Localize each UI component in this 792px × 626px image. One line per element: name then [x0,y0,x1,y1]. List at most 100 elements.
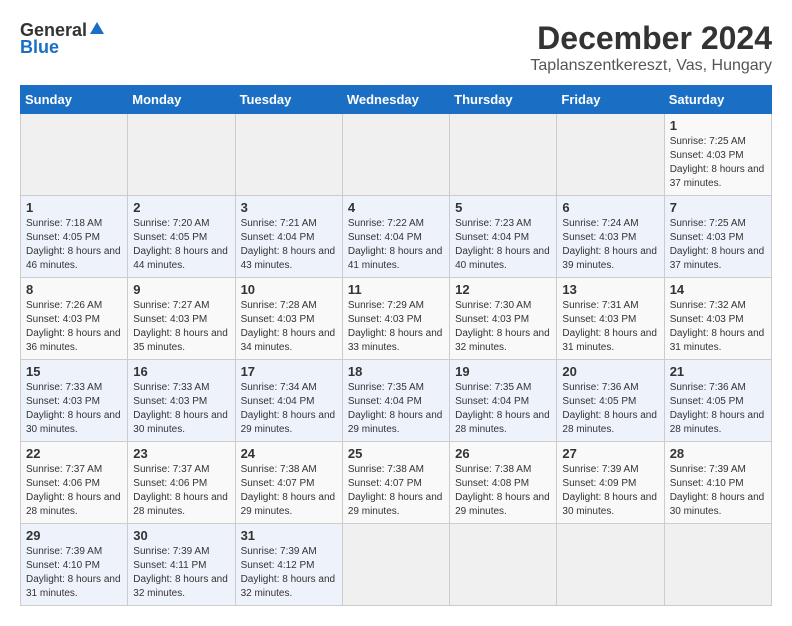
day-info: Sunrise: 7:24 AM Sunset: 4:03 PM Dayligh… [562,217,658,273]
day-number: 1 [670,118,766,133]
calendar-cell: 5 Sunrise: 7:23 AM Sunset: 4:04 PM Dayli… [450,196,557,278]
day-number: 23 [133,446,229,461]
day-number: 13 [562,282,658,297]
day-number: 29 [26,528,122,543]
day-info: Sunrise: 7:39 AM Sunset: 4:10 PM Dayligh… [670,463,766,519]
day-info: Sunrise: 7:22 AM Sunset: 4:04 PM Dayligh… [348,217,444,273]
calendar-cell: 29 Sunrise: 7:39 AM Sunset: 4:10 PM Dayl… [21,524,128,606]
calendar-cell: 25 Sunrise: 7:38 AM Sunset: 4:07 PM Dayl… [342,442,449,524]
day-info: Sunrise: 7:27 AM Sunset: 4:03 PM Dayligh… [133,299,229,355]
day-number: 24 [241,446,337,461]
day-info: Sunrise: 7:39 AM Sunset: 4:12 PM Dayligh… [241,545,337,601]
calendar-header-sunday: Sunday [21,86,128,114]
day-number: 4 [348,200,444,215]
calendar-cell: 22 Sunrise: 7:37 AM Sunset: 4:06 PM Dayl… [21,442,128,524]
day-number: 16 [133,364,229,379]
calendar-cell: 31 Sunrise: 7:39 AM Sunset: 4:12 PM Dayl… [235,524,342,606]
calendar-cell: 12 Sunrise: 7:30 AM Sunset: 4:03 PM Dayl… [450,278,557,360]
day-number: 17 [241,364,337,379]
calendar-cell: 27 Sunrise: 7:39 AM Sunset: 4:09 PM Dayl… [557,442,664,524]
calendar-cell: 18 Sunrise: 7:35 AM Sunset: 4:04 PM Dayl… [342,360,449,442]
header: General Blue December 2024 Taplanszentke… [20,20,772,75]
day-info: Sunrise: 7:28 AM Sunset: 4:03 PM Dayligh… [241,299,337,355]
calendar-header-thursday: Thursday [450,86,557,114]
day-number: 30 [133,528,229,543]
day-info: Sunrise: 7:37 AM Sunset: 4:06 PM Dayligh… [26,463,122,519]
day-number: 3 [241,200,337,215]
day-info: Sunrise: 7:35 AM Sunset: 4:04 PM Dayligh… [348,381,444,437]
calendar-cell: 28 Sunrise: 7:39 AM Sunset: 4:10 PM Dayl… [664,442,771,524]
calendar-cell: 19 Sunrise: 7:35 AM Sunset: 4:04 PM Dayl… [450,360,557,442]
day-info: Sunrise: 7:35 AM Sunset: 4:04 PM Dayligh… [455,381,551,437]
title-area: December 2024 Taplanszentkereszt, Vas, H… [530,20,772,75]
day-info: Sunrise: 7:26 AM Sunset: 4:03 PM Dayligh… [26,299,122,355]
day-info: Sunrise: 7:39 AM Sunset: 4:10 PM Dayligh… [26,545,122,601]
day-number: 5 [455,200,551,215]
day-number: 18 [348,364,444,379]
day-info: Sunrise: 7:31 AM Sunset: 4:03 PM Dayligh… [562,299,658,355]
day-info: Sunrise: 7:23 AM Sunset: 4:04 PM Dayligh… [455,217,551,273]
calendar-cell: 16 Sunrise: 7:33 AM Sunset: 4:03 PM Dayl… [128,360,235,442]
calendar-header-row: SundayMondayTuesdayWednesdayThursdayFrid… [21,86,772,114]
calendar-cell: 15 Sunrise: 7:33 AM Sunset: 4:03 PM Dayl… [21,360,128,442]
day-info: Sunrise: 7:39 AM Sunset: 4:09 PM Dayligh… [562,463,658,519]
day-info: Sunrise: 7:21 AM Sunset: 4:04 PM Dayligh… [241,217,337,273]
logo: General Blue [20,20,105,58]
calendar-cell [664,524,771,606]
calendar-week-row: 1 Sunrise: 7:18 AM Sunset: 4:05 PM Dayli… [21,196,772,278]
calendar-header-monday: Monday [128,86,235,114]
day-info: Sunrise: 7:18 AM Sunset: 4:05 PM Dayligh… [26,217,122,273]
calendar-cell: 2 Sunrise: 7:20 AM Sunset: 4:05 PM Dayli… [128,196,235,278]
day-info: Sunrise: 7:33 AM Sunset: 4:03 PM Dayligh… [133,381,229,437]
day-number: 20 [562,364,658,379]
calendar-week-row: 8 Sunrise: 7:26 AM Sunset: 4:03 PM Dayli… [21,278,772,360]
calendar-cell: 23 Sunrise: 7:37 AM Sunset: 4:06 PM Dayl… [128,442,235,524]
day-info: Sunrise: 7:32 AM Sunset: 4:03 PM Dayligh… [670,299,766,355]
day-number: 1 [26,200,122,215]
day-number: 22 [26,446,122,461]
calendar-header-tuesday: Tuesday [235,86,342,114]
calendar-cell: 11 Sunrise: 7:29 AM Sunset: 4:03 PM Dayl… [342,278,449,360]
calendar-week-row: 15 Sunrise: 7:33 AM Sunset: 4:03 PM Dayl… [21,360,772,442]
day-number: 19 [455,364,551,379]
calendar-table: SundayMondayTuesdayWednesdayThursdayFrid… [20,85,772,606]
day-info: Sunrise: 7:38 AM Sunset: 4:07 PM Dayligh… [241,463,337,519]
day-info: Sunrise: 7:25 AM Sunset: 4:03 PM Dayligh… [670,217,766,273]
calendar-cell: 1 Sunrise: 7:25 AM Sunset: 4:03 PM Dayli… [664,114,771,196]
calendar-cell [450,524,557,606]
calendar-cell: 4 Sunrise: 7:22 AM Sunset: 4:04 PM Dayli… [342,196,449,278]
calendar-cell: 1 Sunrise: 7:18 AM Sunset: 4:05 PM Dayli… [21,196,128,278]
calendar-cell: 8 Sunrise: 7:26 AM Sunset: 4:03 PM Dayli… [21,278,128,360]
day-number: 7 [670,200,766,215]
calendar-cell: 6 Sunrise: 7:24 AM Sunset: 4:03 PM Dayli… [557,196,664,278]
calendar-cell [342,114,449,196]
logo-icon [89,20,105,41]
calendar-cell [21,114,128,196]
calendar-cell: 3 Sunrise: 7:21 AM Sunset: 4:04 PM Dayli… [235,196,342,278]
calendar-cell [128,114,235,196]
day-number: 6 [562,200,658,215]
page-title: December 2024 [530,20,772,57]
calendar-cell: 13 Sunrise: 7:31 AM Sunset: 4:03 PM Dayl… [557,278,664,360]
calendar-cell: 21 Sunrise: 7:36 AM Sunset: 4:05 PM Dayl… [664,360,771,442]
calendar-cell [235,114,342,196]
calendar-cell [557,524,664,606]
day-info: Sunrise: 7:39 AM Sunset: 4:11 PM Dayligh… [133,545,229,601]
day-number: 25 [348,446,444,461]
calendar-cell [557,114,664,196]
calendar-week-row: 1 Sunrise: 7:25 AM Sunset: 4:03 PM Dayli… [21,114,772,196]
day-number: 8 [26,282,122,297]
day-info: Sunrise: 7:29 AM Sunset: 4:03 PM Dayligh… [348,299,444,355]
day-number: 12 [455,282,551,297]
day-number: 31 [241,528,337,543]
calendar-week-row: 22 Sunrise: 7:37 AM Sunset: 4:06 PM Dayl… [21,442,772,524]
day-info: Sunrise: 7:25 AM Sunset: 4:03 PM Dayligh… [670,135,766,191]
calendar-cell [450,114,557,196]
calendar-header-friday: Friday [557,86,664,114]
calendar-cell: 24 Sunrise: 7:38 AM Sunset: 4:07 PM Dayl… [235,442,342,524]
day-info: Sunrise: 7:20 AM Sunset: 4:05 PM Dayligh… [133,217,229,273]
calendar-week-row: 29 Sunrise: 7:39 AM Sunset: 4:10 PM Dayl… [21,524,772,606]
day-info: Sunrise: 7:36 AM Sunset: 4:05 PM Dayligh… [670,381,766,437]
calendar-cell: 9 Sunrise: 7:27 AM Sunset: 4:03 PM Dayli… [128,278,235,360]
page-subtitle: Taplanszentkereszt, Vas, Hungary [530,57,772,75]
